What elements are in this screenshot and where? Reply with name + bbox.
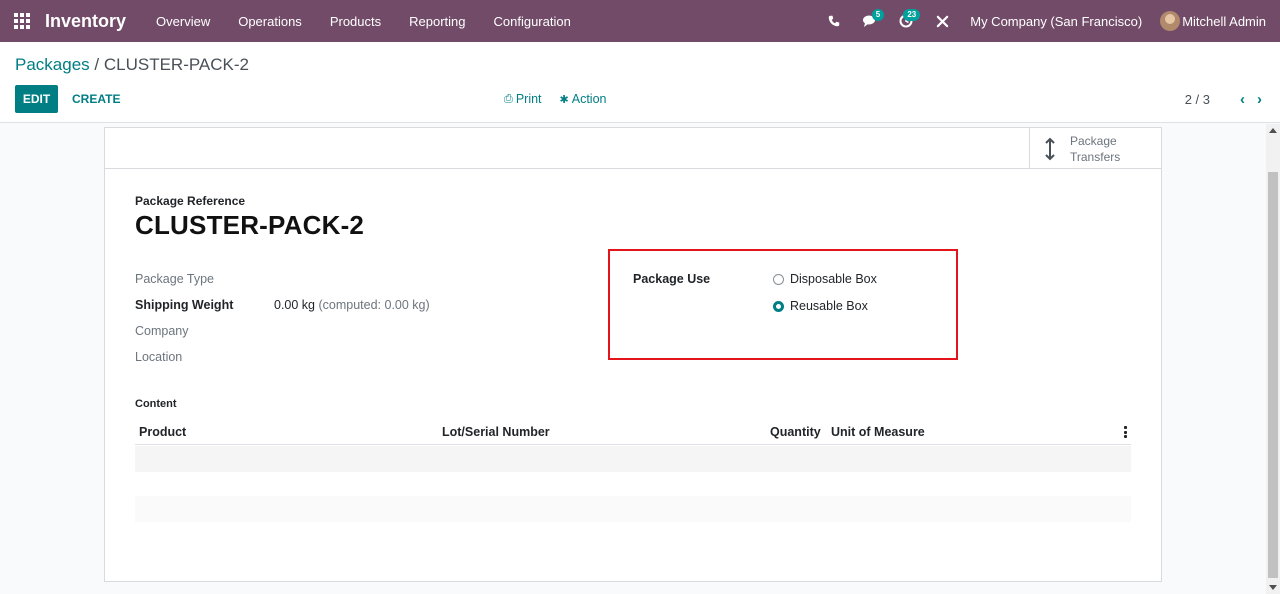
weight-value: 0.00 kg xyxy=(274,298,316,312)
menu-operations[interactable]: Operations xyxy=(224,0,316,42)
action-label: Action xyxy=(571,92,607,106)
stat-line-1: Package xyxy=(1070,133,1117,148)
create-button[interactable]: CREATE xyxy=(66,85,126,113)
print-menu[interactable]: ⎙ Print xyxy=(504,92,542,106)
table-row xyxy=(135,446,1131,472)
weight-computed: (computed: 0.00 kg) xyxy=(318,298,430,312)
package-use-label: Package Use xyxy=(633,272,711,286)
messages-badge: 5 xyxy=(871,9,885,21)
scroll-thumb[interactable] xyxy=(1268,172,1278,578)
breadcrumb-packages-link[interactable]: Packages xyxy=(15,55,90,74)
stat-line-2: Transfers xyxy=(1070,149,1121,164)
package-name-title: CLUSTER-PACK-2 xyxy=(135,210,365,240)
action-menus: ⎙ Print ✱ Action xyxy=(504,85,624,113)
breadcrumb-current: CLUSTER-PACK-2 xyxy=(103,55,249,74)
user-menu[interactable]: Mitchell Admin xyxy=(1160,11,1280,31)
shipping-weight-value: 0.00 kg (computed: 0.00 kg) xyxy=(274,298,430,312)
package-transfers-button[interactable]: Package Transfers xyxy=(1029,128,1161,169)
pager-buttons: ‹ › xyxy=(1228,85,1262,113)
systray: 5 23 My Company (San Francisco) Mitchell… xyxy=(816,0,1280,42)
breadcrumb: Packages / CLUSTER-PACK-2 xyxy=(15,55,249,75)
action-menu[interactable]: ✱ Action xyxy=(560,92,607,106)
scroll-down-arrow-icon[interactable] xyxy=(1269,585,1277,590)
arrows-vertical-icon xyxy=(1030,137,1070,161)
radio-unchecked-icon[interactable] xyxy=(773,273,784,285)
phone-icon[interactable] xyxy=(816,0,852,42)
optional-columns-kebab-icon[interactable] xyxy=(1124,426,1127,440)
app-brand[interactable]: Inventory xyxy=(45,11,126,32)
shipping-weight-label: Shipping Weight xyxy=(135,298,234,312)
activities-icon[interactable]: 23 xyxy=(888,0,924,42)
chevron-right-icon[interactable]: › xyxy=(1257,91,1262,108)
tools-icon[interactable] xyxy=(924,0,960,42)
scroll-up-arrow-icon[interactable] xyxy=(1269,128,1277,133)
button-box: Package Transfers xyxy=(105,128,1161,169)
control-panel: Packages / CLUSTER-PACK-2 EDIT CREATE ⎙ … xyxy=(0,42,1280,123)
menu-reporting[interactable]: Reporting xyxy=(395,0,479,42)
company-switcher[interactable]: My Company (San Francisco) xyxy=(960,14,1160,29)
menu-overview[interactable]: Overview xyxy=(142,0,224,42)
top-navbar: Inventory Overview Operations Products R… xyxy=(0,0,1280,42)
edit-button[interactable]: EDIT xyxy=(15,85,58,113)
column-product[interactable]: Product xyxy=(139,425,186,439)
radio-disposable-box[interactable]: Disposable Box xyxy=(773,272,877,286)
package-reference-label: Package Reference xyxy=(135,194,246,208)
table-row xyxy=(135,472,1131,498)
gear-icon: ✱ xyxy=(559,93,569,106)
form-sheet: Package Transfers Package Reference CLUS… xyxy=(104,127,1162,582)
breadcrumb-separator: / xyxy=(89,55,104,74)
avatar xyxy=(1160,11,1181,31)
vertical-scrollbar[interactable] xyxy=(1266,124,1280,594)
menu-configuration[interactable]: Configuration xyxy=(480,0,585,42)
column-unit-of-measure[interactable]: Unit of Measure xyxy=(831,425,925,439)
menu-products[interactable]: Products xyxy=(316,0,395,42)
print-label: Print xyxy=(515,92,542,106)
radio-label-reusable: Reusable Box xyxy=(790,299,868,313)
company-label: Company xyxy=(135,324,189,338)
radio-checked-icon[interactable] xyxy=(773,300,784,312)
content-section-label: Content xyxy=(135,398,177,410)
pager-value[interactable]: 2 / 3 xyxy=(1185,85,1210,113)
column-quantity[interactable]: Quantity xyxy=(770,425,821,439)
content-table-header: Product Lot/Serial Number Quantity Unit … xyxy=(135,417,1131,445)
activities-badge: 23 xyxy=(903,9,921,21)
radio-label-disposable: Disposable Box xyxy=(790,272,877,286)
chevron-left-icon[interactable]: ‹ xyxy=(1240,91,1245,108)
table-row xyxy=(135,496,1131,522)
user-name: Mitchell Admin xyxy=(1182,13,1266,29)
apps-menu-icon[interactable] xyxy=(0,0,44,42)
package-type-label: Package Type xyxy=(135,272,214,286)
radio-reusable-box[interactable]: Reusable Box xyxy=(773,299,868,313)
printer-icon: ⎙ xyxy=(504,92,513,105)
messages-icon[interactable]: 5 xyxy=(852,0,888,42)
column-lot-serial[interactable]: Lot/Serial Number xyxy=(442,425,550,439)
location-label: Location xyxy=(135,350,183,364)
